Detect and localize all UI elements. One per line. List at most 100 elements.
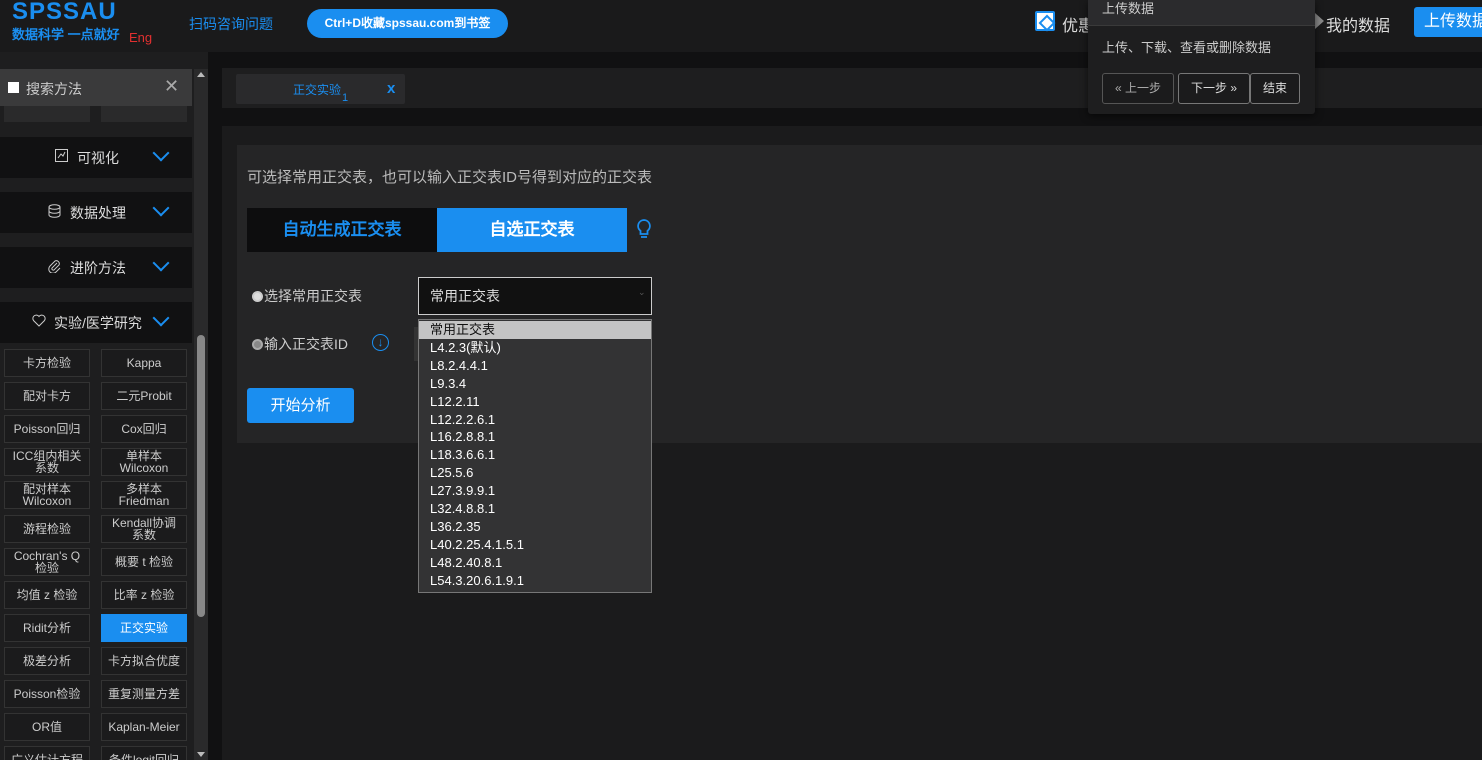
sidebar-scrollbar[interactable] [194,69,208,760]
language-switch[interactable]: Eng [129,30,152,45]
scan-consult-link[interactable]: 扫码咨询问题 [189,14,273,34]
list-item[interactable] [4,106,90,122]
method-button[interactable]: 单样本 Wilcoxon [101,448,187,476]
tab-label: 正交实验 [293,83,342,97]
scroll-down-icon[interactable] [197,752,205,757]
method-button[interactable]: 概要 t 检验 [101,548,187,576]
method-button[interactable]: 卡方检验 [4,349,90,377]
method-button[interactable]: Poisson回归 [4,415,90,443]
close-icon[interactable]: x [387,80,395,97]
my-data-link[interactable]: 我的数据 [1326,12,1390,36]
dropdown-option[interactable]: L4.2.3(默认) [419,339,651,357]
upload-data-button[interactable]: 上传数据 [1414,7,1482,37]
scroll-up-icon[interactable] [197,72,205,77]
method-button[interactable]: Kaplan-Meier [101,713,187,741]
dropdown-option[interactable]: 常用正交表 [419,321,651,339]
method-button[interactable]: Cox回归 [101,415,187,443]
chevron-down-icon [152,199,170,217]
bookmark-button[interactable]: Ctrl+D收藏spssau.com到书签 [307,9,508,38]
paperclip-icon [48,259,61,276]
method-button[interactable]: OR值 [4,713,90,741]
chevron-down-icon [152,254,170,272]
dropdown-option[interactable]: L40.2.25.4.1.5.1 [419,536,651,554]
list-item[interactable] [101,106,187,122]
menu-label: 数据处理 [70,205,126,221]
heart-icon [32,314,46,330]
menu-label: 进阶方法 [70,260,126,276]
tab-custom-select[interactable]: 自选正交表 [437,208,627,252]
method-button[interactable]: 多样本 Friedman [101,481,187,509]
dropdown-option[interactable]: L12.2.2.6.1 [419,411,651,429]
method-button[interactable]: 重复测量方差 [101,680,187,708]
chevron-down-icon: ⌄ [638,287,646,297]
method-button[interactable]: Ridit分析 [4,614,90,642]
tab-auto-generate[interactable]: 自动生成正交表 [247,208,437,252]
dropdown-option[interactable]: L18.3.6.6.1 [419,446,651,464]
radio-label: 输入正交表ID [264,336,348,352]
method-button[interactable]: ICC组内相关 系数 [4,448,90,476]
dropdown-option[interactable]: L25.5.6 [419,464,651,482]
dropdown-option[interactable]: L48.2.40.8.1 [419,554,651,572]
menu-advanced-methods[interactable]: 进阶方法 [0,247,192,288]
menu-label: 实验/医学研究 [54,315,142,331]
dropdown-option[interactable]: L8.2.4.4.1 [419,357,651,375]
ticket-icon[interactable] [1035,11,1055,31]
method-button[interactable]: Cochran's Q 检验 [4,548,90,576]
guide-description: 上传、下载、查看或删除数据 [1102,40,1272,55]
dropdown-option[interactable]: L27.3.9.9.1 [419,482,651,500]
method-button[interactable]: 卡方拟合优度 [101,647,187,675]
tab-number: 1 [342,92,349,104]
method-button[interactable]: 配对样本 Wilcoxon [4,481,90,509]
dropdown-option[interactable]: L12.2.11 [419,393,651,411]
dropdown-option[interactable]: L54.3.20.6.1.9.1 [419,572,651,590]
method-button[interactable]: 二元Probit [101,382,187,410]
dropdown-option[interactable]: L32.4.8.8.1 [419,500,651,518]
chevron-down-icon [152,144,170,162]
radio-unselected-icon[interactable] [252,339,263,350]
caret-right-icon [1315,13,1324,29]
method-button[interactable]: 广义估计方程 [4,746,90,760]
lightbulb-icon[interactable] [636,218,652,242]
close-icon[interactable]: ✕ [164,76,179,97]
method-button[interactable]: 正交实验 [101,614,187,642]
dropdown-option[interactable]: L9.3.4 [419,375,651,393]
tab-orthogonal-experiment[interactable]: 正交实验 1 x [236,74,405,104]
search-methods-bar[interactable]: 搜索方法 ✕ [0,69,192,106]
method-button[interactable]: Poisson检验 [4,680,90,708]
chevron-down-icon [152,309,170,327]
download-info-icon[interactable]: ↓ [372,334,389,351]
method-button[interactable]: 配对卡方 [4,382,90,410]
method-button[interactable]: Kappa [101,349,187,377]
menu-experiment-medical[interactable]: 实验/医学研究 [0,302,192,343]
menu-label: 可视化 [77,150,119,166]
slogan: 数据科学 一点就好 [12,27,120,42]
radio-table-id[interactable]: 输入正交表ID [252,334,348,354]
orthogonal-table-dropdown: 常用正交表 L4.2.3(默认) L8.2.4.4.1 L9.3.4 L12.2.11 L… [418,319,652,593]
panel-description: 可选择常用正交表，也可以输入正交表ID号得到对应的正交表 [247,169,653,186]
checkbox-icon[interactable] [8,82,19,93]
method-button[interactable]: Kendall协调 系数 [101,515,187,543]
radio-common-table[interactable]: 选择常用正交表 [252,286,362,306]
method-button[interactable]: 比率 z 检验 [101,581,187,609]
method-button[interactable]: 条件logit回归 [101,746,187,760]
guide-title: 上传数据 [1088,0,1315,26]
guide-end-button[interactable]: 结束 [1250,73,1300,104]
method-button[interactable]: 均值 z 检验 [4,581,90,609]
guide-prev-button[interactable]: « 上一步 [1102,73,1174,104]
dropdown-option[interactable]: L36.2.35 [419,518,651,536]
radio-label: 选择常用正交表 [264,288,362,304]
guide-next-button[interactable]: 下一步 » [1178,73,1250,104]
database-icon [48,204,61,221]
common-table-select[interactable]: 常用正交表 [418,277,652,315]
logo[interactable]: SPSSAU [12,0,117,24]
chart-icon [55,149,68,165]
method-button[interactable]: 极差分析 [4,647,90,675]
dropdown-option[interactable]: L16.2.8.8.1 [419,428,651,446]
menu-data-processing[interactable]: 数据处理 [0,192,192,233]
scroll-thumb[interactable] [197,335,205,617]
guide-popover: 上传数据 上传、下载、查看或删除数据 « 上一步 下一步 » 结束 [1088,0,1315,114]
start-analysis-button[interactable]: 开始分析 [247,388,354,423]
menu-visualization[interactable]: 可视化 [0,137,192,178]
method-button[interactable]: 游程检验 [4,515,90,543]
radio-selected-icon[interactable] [252,291,263,302]
